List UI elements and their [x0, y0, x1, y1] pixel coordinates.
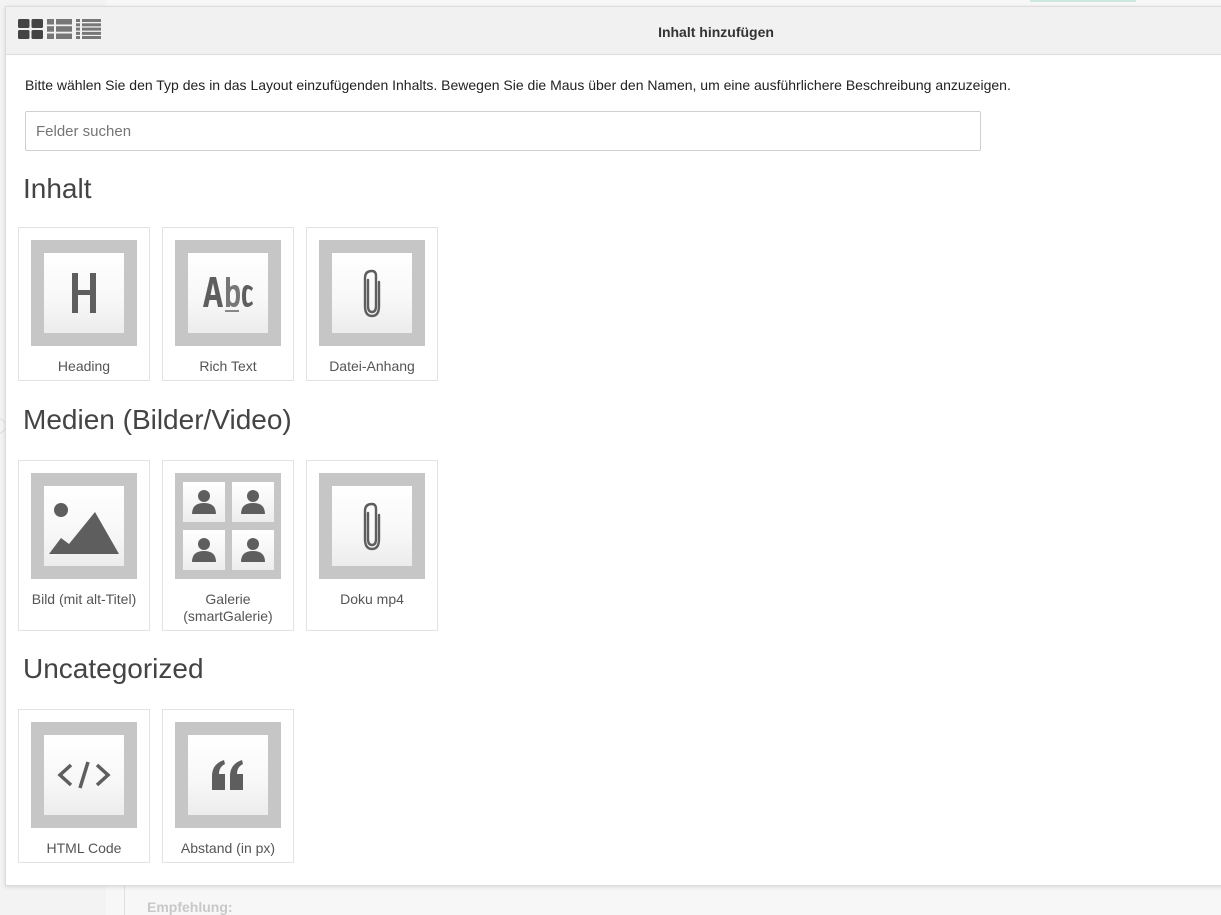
rich-text-icon: [203, 277, 253, 312]
tile-gallery[interactable]: Galerie (smartGalerie): [162, 460, 294, 631]
add-content-dialog: Inhalt hinzufügen Bitte wählen Sie den T…: [5, 6, 1221, 886]
dialog-title: Inhalt hinzufügen: [658, 24, 774, 40]
tile-label: Bild (mit alt-Titel): [31, 591, 137, 607]
quote-icon: [212, 760, 243, 790]
tile-label: Abstand (in px): [180, 840, 276, 856]
person-icon: [183, 482, 225, 522]
tile-thumbnail: [31, 473, 137, 579]
tile-image[interactable]: Bild (mit alt-Titel): [18, 460, 150, 631]
tile-rich-text[interactable]: Rich Text: [162, 227, 294, 381]
person-icon: [232, 530, 274, 570]
tile-spacing[interactable]: Abstand (in px): [162, 709, 294, 863]
tile-label: Heading: [57, 358, 111, 374]
tile-label: Datei-Anhang: [329, 358, 415, 374]
section-title-uncategorized: Uncategorized: [23, 653, 204, 684]
tile-thumbnail: [31, 240, 137, 346]
tile-label: Doku mp4: [340, 591, 404, 607]
tile-doku-mp4[interactable]: Doku mp4: [306, 460, 438, 631]
paperclip-icon: [363, 269, 381, 318]
dialog-header: Inhalt hinzufügen: [6, 7, 1221, 55]
gallery-icon: [175, 473, 281, 579]
tile-file-attachment[interactable]: Datei-Anhang: [306, 227, 438, 381]
background-label: Empfehlung:: [147, 899, 233, 915]
tile-thumbnail: [319, 473, 425, 579]
paperclip-icon: [363, 502, 381, 551]
tile-heading[interactable]: Heading: [18, 227, 150, 381]
section-title-content: Inhalt: [23, 173, 92, 204]
code-icon: [57, 761, 111, 789]
image-icon: [49, 503, 119, 554]
tile-thumbnail: [319, 240, 425, 346]
tile-thumbnail: [31, 722, 137, 828]
person-icon: [183, 530, 225, 570]
tile-thumbnail: [175, 722, 281, 828]
search-fields-input[interactable]: [25, 111, 981, 151]
tile-label: Galerie (smartGalerie): [183, 591, 273, 624]
heading-icon: [72, 273, 96, 313]
tile-label: Rich Text: [199, 358, 257, 374]
tile-label: HTML Code: [46, 840, 122, 856]
dialog-instructions: Bitte wählen Sie den Typ des in das Layo…: [25, 77, 1011, 93]
background-accent: [1030, 0, 1136, 2]
person-icon: [232, 482, 274, 522]
tile-html-code[interactable]: HTML Code: [18, 709, 150, 863]
section-title-media: Medien (Bilder/Video): [23, 404, 292, 435]
tile-thumbnail: [175, 240, 281, 346]
